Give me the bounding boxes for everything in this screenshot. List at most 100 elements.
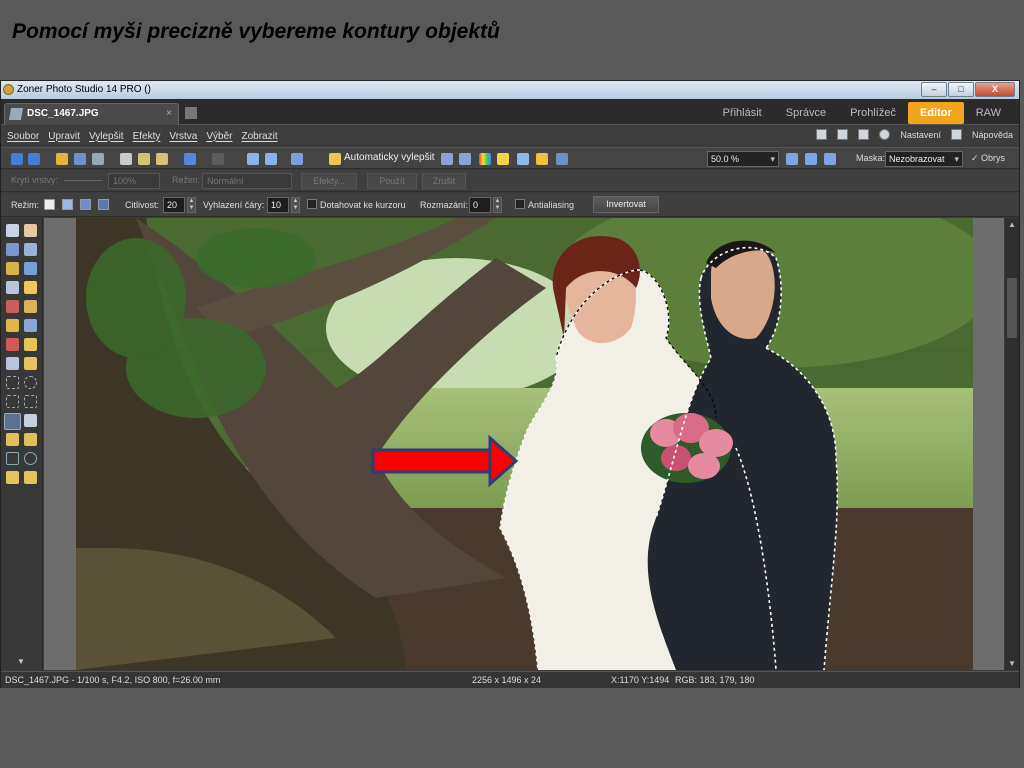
- maximize-button[interactable]: □: [948, 82, 974, 97]
- redo-icon[interactable]: [212, 153, 224, 165]
- paste-new-icon[interactable]: [156, 153, 168, 165]
- fit-icon[interactable]: [786, 153, 798, 165]
- picture-tool-icon[interactable]: [6, 471, 19, 484]
- document-tab[interactable]: DSC_1467.JPG ×: [4, 103, 179, 125]
- levels-icon[interactable]: [441, 153, 453, 165]
- scroll-up-icon[interactable]: ▲: [1008, 220, 1016, 229]
- rect-select-tool-icon[interactable]: [6, 376, 19, 389]
- scroll-thumb[interactable]: [1007, 278, 1017, 338]
- lens-tool-icon[interactable]: [6, 281, 19, 294]
- paste-icon[interactable]: [138, 153, 150, 165]
- stamp-tool-icon[interactable]: [24, 300, 37, 313]
- cancel-button[interactable]: Zrušit: [422, 173, 466, 189]
- zoom-select[interactable]: 50.0 %: [707, 151, 779, 167]
- magic-wand-tool-icon[interactable]: [24, 414, 37, 427]
- fullscreen-icon[interactable]: [805, 153, 817, 165]
- monitor-icon[interactable]: [816, 129, 828, 140]
- cover-input[interactable]: 100%: [108, 173, 160, 189]
- settings-link[interactable]: Nastavení: [900, 130, 941, 140]
- pencil-tool-icon[interactable]: [6, 338, 19, 351]
- blend-mode-select[interactable]: Normální: [202, 173, 292, 189]
- crop-icon[interactable]: [265, 153, 277, 165]
- copy-icon[interactable]: [120, 153, 132, 165]
- menu-file[interactable]: Soubor: [7, 131, 39, 142]
- panel-icon[interactable]: [837, 129, 849, 140]
- magnetic-lasso-tool-icon[interactable]: [4, 413, 21, 430]
- sensitivity-spinner[interactable]: ▲ ▼: [187, 197, 196, 213]
- antialias-checkbox[interactable]: [515, 199, 525, 209]
- zoom-tool-icon[interactable]: [6, 224, 19, 237]
- mask-select[interactable]: Nezobrazovat: [885, 151, 963, 167]
- frame-tool-icon[interactable]: [6, 452, 19, 465]
- new-tab-icon[interactable]: [185, 107, 197, 119]
- forward-icon[interactable]: [28, 153, 40, 165]
- invert-button[interactable]: Invertovat: [593, 196, 659, 213]
- mode-login[interactable]: Přihlásit: [711, 102, 774, 124]
- menu-edit[interactable]: Upravit: [48, 131, 80, 142]
- curves-icon[interactable]: [459, 153, 471, 165]
- crop-tool-icon[interactable]: [6, 243, 19, 256]
- smoothing-spinner[interactable]: ▲ ▼: [291, 197, 300, 213]
- menu-layer[interactable]: Vrstva: [169, 131, 197, 142]
- close-button[interactable]: X: [975, 82, 1015, 97]
- close-tab-icon[interactable]: ×: [166, 104, 172, 124]
- layers-tool-icon[interactable]: [24, 471, 37, 484]
- polygon-lasso-tool-icon[interactable]: [24, 395, 37, 408]
- back-icon[interactable]: [11, 153, 23, 165]
- blur-input[interactable]: 0: [469, 197, 491, 213]
- mode-new-icon[interactable]: [44, 199, 55, 210]
- undo-icon[interactable]: [184, 153, 196, 165]
- outline-checkbox[interactable]: ✓ Obrys: [971, 153, 1005, 164]
- light-tool-icon[interactable]: [24, 281, 37, 294]
- perspective-tool-icon[interactable]: [24, 262, 37, 275]
- straighten-icon[interactable]: [291, 153, 303, 165]
- color-icon[interactable]: [479, 153, 491, 165]
- export-icon[interactable]: [556, 153, 568, 165]
- effects-button[interactable]: Efekty...: [301, 173, 357, 189]
- minimize-button[interactable]: –: [921, 82, 947, 97]
- smoothing-input[interactable]: 10: [267, 197, 289, 213]
- help-link[interactable]: Nápověda: [972, 130, 1013, 140]
- vertical-scrollbar[interactable]: ▲ ▼: [1005, 218, 1019, 670]
- lasso-tool-icon[interactable]: [6, 395, 19, 408]
- fill-tool-icon[interactable]: [6, 357, 19, 370]
- blur-spinner[interactable]: ▲ ▼: [493, 197, 502, 213]
- sun-icon[interactable]: [536, 153, 548, 165]
- mode-subtract-icon[interactable]: [80, 199, 91, 210]
- mode-viewer[interactable]: Prohlížeč: [838, 102, 908, 124]
- more-tools-icon[interactable]: ▼: [17, 657, 25, 666]
- level-tool-icon[interactable]: [6, 262, 19, 275]
- mode-add-icon[interactable]: [62, 199, 73, 210]
- apply-button[interactable]: Použít: [367, 173, 417, 189]
- brightness-icon[interactable]: [497, 153, 509, 165]
- ellipse-select-tool-icon[interactable]: [24, 376, 37, 389]
- share-icon[interactable]: [858, 129, 870, 140]
- canvas-area[interactable]: [44, 218, 1004, 670]
- mode-manager[interactable]: Správce: [774, 102, 838, 124]
- mode-editor[interactable]: Editor: [907, 102, 964, 124]
- auto-enhance-button[interactable]: Automaticky vylepšit: [344, 152, 435, 163]
- transform-icon[interactable]: [247, 153, 259, 165]
- mode-raw[interactable]: RAW: [964, 102, 1013, 124]
- resize-tool-icon[interactable]: [24, 243, 37, 256]
- sensitivity-input[interactable]: 20: [163, 197, 185, 213]
- shape-tool-icon[interactable]: [24, 433, 37, 446]
- brush-tool-icon[interactable]: [6, 319, 19, 332]
- mode-intersect-icon[interactable]: [98, 199, 109, 210]
- actual-size-icon[interactable]: [824, 153, 836, 165]
- sharpen-icon[interactable]: [517, 153, 529, 165]
- gradient-tool-icon[interactable]: [24, 357, 37, 370]
- edited-photo[interactable]: [76, 218, 973, 670]
- retouch-tool-icon[interactable]: [24, 319, 37, 332]
- menu-view[interactable]: Zobrazit: [241, 131, 277, 142]
- red-eye-tool-icon[interactable]: [6, 300, 19, 313]
- eraser-tool-icon[interactable]: [24, 338, 37, 351]
- menu-effects[interactable]: Efekty: [133, 131, 161, 142]
- menu-enhance[interactable]: Vylepšit: [89, 131, 124, 142]
- print-icon[interactable]: [92, 153, 104, 165]
- menu-selection[interactable]: Výběr: [206, 131, 232, 142]
- hand-tool-icon[interactable]: [24, 224, 37, 237]
- scroll-down-icon[interactable]: ▼: [1008, 659, 1016, 668]
- text-tool-icon[interactable]: [6, 433, 19, 446]
- snap-checkbox[interactable]: [307, 199, 317, 209]
